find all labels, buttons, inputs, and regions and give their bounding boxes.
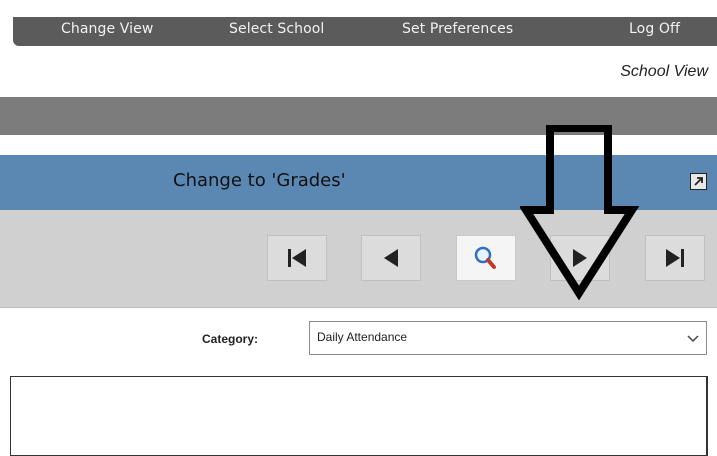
popout-icon[interactable] [690,173,707,190]
first-icon [288,249,306,267]
search-icon [474,246,496,269]
log-off-link[interactable]: Log Off [629,21,680,37]
previous-record-button[interactable] [361,235,421,281]
category-dropdown[interactable]: Daily Attendance [309,321,707,355]
chevron-down-icon [687,335,699,343]
category-label: Category: [202,332,259,346]
content-panel [10,376,708,456]
annotation-down-arrow-icon [520,125,640,300]
change-view-link[interactable]: Change View [61,21,153,37]
first-record-button[interactable] [267,235,327,281]
select-school-link[interactable]: Select School [229,21,324,37]
panel-title: Change to 'Grades' [173,170,346,191]
search-button[interactable] [456,235,516,281]
previous-icon [384,249,398,267]
category-selected-value: Daily Attendance [317,330,408,344]
school-view-label: School View [620,63,708,80]
set-preferences-link[interactable]: Set Preferences [402,21,513,37]
top-navigation-bar: Change View Select School Set Preference… [13,17,717,46]
